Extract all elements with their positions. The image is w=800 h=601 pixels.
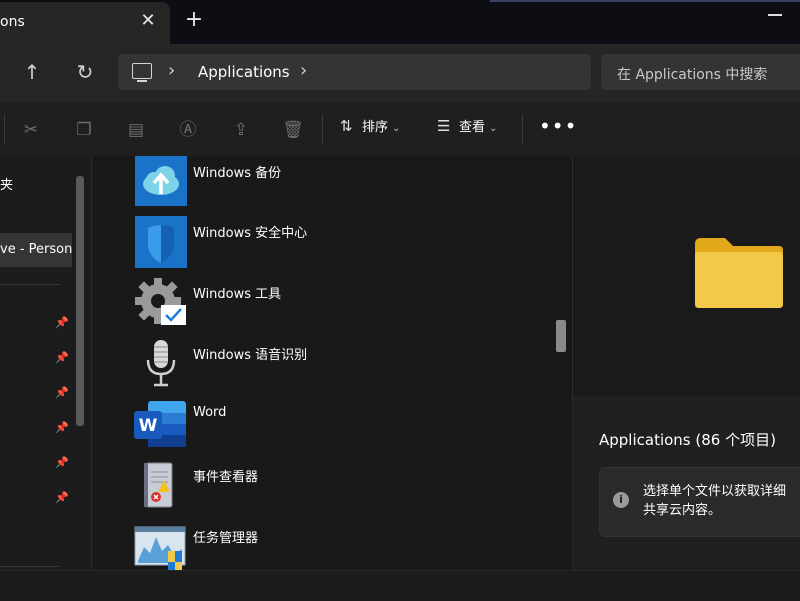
file-list: Windows 备份 Windows 安全中心 Windows 工具 Windo…	[92, 156, 572, 570]
breadcrumb-separator-end[interactable]: ›	[300, 60, 307, 81]
toolbar-divider	[522, 114, 523, 144]
list-item[interactable]: Windows 语音识别	[134, 338, 534, 394]
file-list-scrollbar[interactable]	[556, 320, 566, 352]
sidebar-divider	[0, 284, 60, 285]
sort-label: 排序	[362, 120, 389, 135]
breadcrumb-applications[interactable]: Applications	[198, 63, 290, 81]
folder-icon	[695, 238, 783, 308]
minimize-icon[interactable]	[768, 14, 782, 16]
info-icon: i	[613, 492, 629, 508]
up-arrow-icon[interactable]: ↑	[18, 58, 46, 86]
cloud-upload-icon	[135, 156, 187, 206]
details-pane: Applications (86 个项目) i 选择单个文件以获取详细 共享云内…	[572, 156, 800, 570]
sort-button[interactable]: ⇅ 排序 ⌄	[340, 116, 400, 144]
address-field[interactable]: › Applications ›	[118, 54, 591, 90]
gear-icon	[135, 278, 186, 325]
file-name: Word	[193, 405, 227, 420]
refresh-icon[interactable]: ↻	[71, 58, 99, 86]
folder-item-count: Applications (86 个项目)	[599, 431, 776, 449]
this-pc-icon[interactable]	[132, 63, 152, 82]
cut-icon[interactable]: ✂	[20, 119, 42, 141]
chevron-down-icon: ⌄	[392, 123, 401, 134]
pin-icon[interactable]: 📌	[55, 456, 69, 469]
list-item[interactable]: Windows 备份	[134, 156, 534, 212]
sort-icon: ⇅	[340, 117, 353, 135]
breadcrumb-separator[interactable]: ›	[168, 60, 175, 81]
file-name: 任务管理器	[193, 531, 259, 546]
pin-icon[interactable]: 📌	[55, 491, 69, 504]
file-name: 事件查看器	[193, 470, 259, 485]
task-manager-icon	[134, 526, 186, 570]
preview-area	[573, 156, 800, 396]
new-tab-icon[interactable]: +	[183, 9, 205, 32]
view-list-icon: ☰	[437, 117, 451, 135]
info-text: 选择单个文件以获取详细 共享云内容。	[643, 482, 786, 520]
address-bar-row: ↑ ↻ › Applications › 在 Applications 中搜索	[0, 44, 800, 102]
sidebar-item-onedrive[interactable]: ve - Person	[0, 233, 72, 267]
sidebar-item-label: ve - Person	[0, 242, 73, 257]
chevron-down-icon: ⌄	[489, 123, 498, 134]
shield-icon	[135, 216, 187, 268]
tab-label: ons	[0, 14, 25, 30]
search-input[interactable]: 在 Applications 中搜索	[601, 54, 800, 90]
microphone-icon	[146, 340, 176, 387]
command-bar: ✂ ❐ ▤ Ⓐ ⇪ 🗑 ⇅ 排序 ⌄ ☰ 查看 ⌄ •••	[0, 102, 800, 157]
event-viewer-icon	[144, 462, 173, 508]
toolbar-divider	[4, 114, 5, 144]
paste-icon[interactable]: ▤	[125, 119, 147, 141]
search-placeholder: 在 Applications 中搜索	[617, 67, 768, 83]
sidebar-divider	[0, 566, 60, 567]
pin-icon[interactable]: 📌	[55, 421, 69, 434]
title-bar: ons ✕ +	[0, 0, 800, 44]
status-bar	[0, 570, 800, 601]
tab-applications[interactable]: ons ✕	[0, 2, 170, 44]
file-name: Windows 备份	[193, 166, 282, 181]
delete-icon[interactable]: 🗑	[282, 119, 304, 141]
pin-icon[interactable]: 📌	[55, 316, 69, 329]
info-line: 选择单个文件以获取详细	[643, 484, 787, 499]
file-name: Windows 语音识别	[193, 348, 308, 363]
info-message: i 选择单个文件以获取详细 共享云内容。	[599, 467, 800, 537]
list-item[interactable]: Windows 安全中心	[134, 216, 534, 272]
rename-icon[interactable]: Ⓐ	[177, 119, 199, 141]
list-item[interactable]: Windows 工具	[134, 277, 534, 333]
view-button[interactable]: ☰ 查看 ⌄	[437, 116, 497, 144]
navigation-pane: 夹 ve - Person 📌 📌 📌 📌 📌 📌	[0, 156, 92, 570]
more-options-icon[interactable]: •••	[539, 114, 577, 138]
pin-icon[interactable]: 📌	[55, 386, 69, 399]
list-item[interactable]: W Word	[134, 399, 534, 455]
pin-icon[interactable]: 📌	[55, 351, 69, 364]
view-label: 查看	[459, 120, 486, 135]
info-line: 共享云内容。	[643, 503, 722, 518]
close-tab-icon[interactable]: ✕	[137, 10, 159, 32]
copy-icon[interactable]: ❐	[73, 119, 95, 141]
list-item[interactable]: 任务管理器	[134, 521, 534, 570]
title-accent	[490, 0, 800, 2]
share-icon[interactable]: ⇪	[230, 119, 252, 141]
sidebar-scrollbar[interactable]	[76, 176, 84, 426]
svg-text:W: W	[139, 416, 158, 436]
file-name: Windows 安全中心	[193, 226, 308, 241]
word-icon: W	[134, 401, 186, 447]
sidebar-item-folder[interactable]: 夹	[0, 174, 13, 193]
list-item[interactable]: 事件查看器	[134, 460, 534, 516]
toolbar-divider	[322, 114, 323, 144]
file-name: Windows 工具	[193, 287, 282, 302]
